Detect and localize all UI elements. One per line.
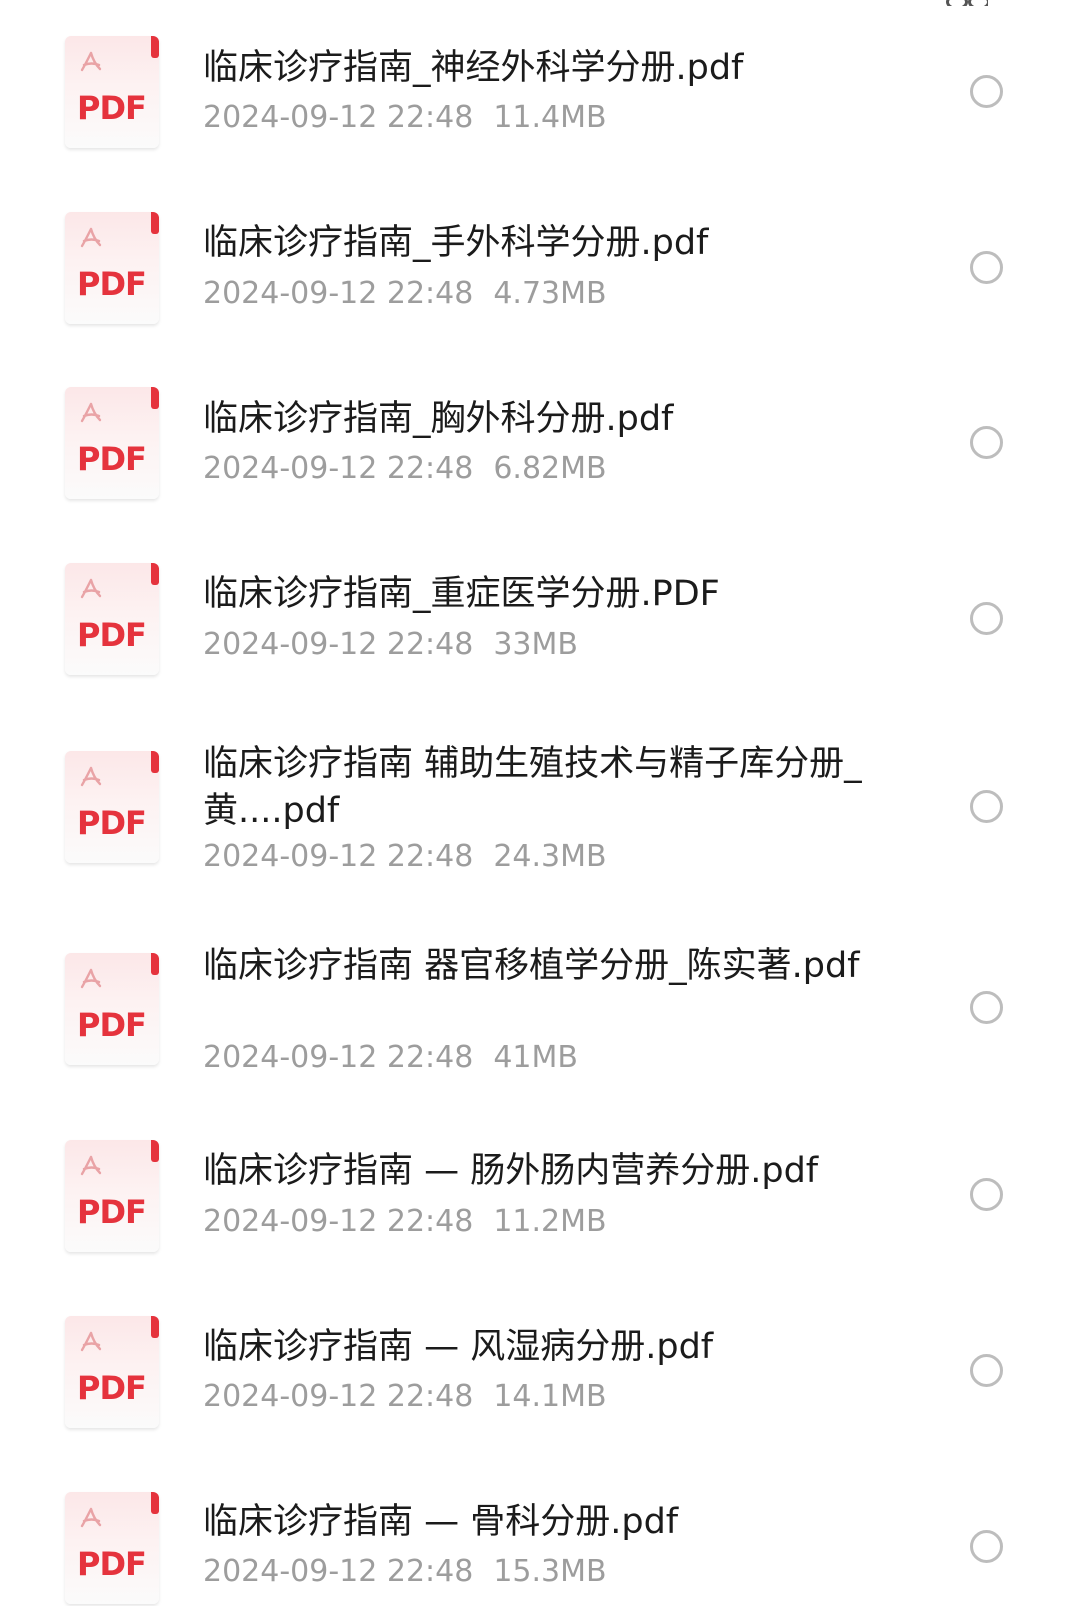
file-meta: 2024-09-12 22:48 15.3MB [203, 1552, 607, 1592]
file-size: 4.73MB [493, 276, 607, 311]
file-meta: 2024-09-12 22:48 11.4MB [203, 98, 607, 138]
pdf-file-icon: PDF [65, 563, 159, 675]
file-meta: 2024-09-12 22:48 11.2MB [203, 1202, 607, 1242]
file-meta: 2024-09-12 22:48 24.3MB [203, 837, 607, 877]
file-size: 11.2MB [493, 1204, 607, 1239]
file-name: 临床诊疗指南_胸外科分册.pdf [203, 399, 674, 439]
select-radio[interactable] [970, 1178, 1003, 1211]
pdf-file-icon: PDF [65, 36, 159, 148]
file-date: 2024-09-12 22:48 [203, 100, 474, 135]
file-size: 33MB [493, 627, 578, 662]
file-name: 临床诊疗指南_神经外科学分册.pdf [203, 48, 744, 88]
file-meta: 2024-09-12 22:48 41MB [203, 1038, 578, 1078]
file-list: PDF 临床诊疗指南_神经外科学分册.pdf 2024-09-12 22:48 1… [0, 0, 1080, 1606]
pdf-file-icon: PDF [65, 1492, 159, 1604]
file-size: 41MB [493, 1040, 578, 1075]
file-name: 临床诊疗指南 — 骨科分册.pdf [203, 1502, 679, 1542]
pdf-file-icon: PDF [65, 953, 159, 1065]
select-radio[interactable] [970, 75, 1003, 108]
pdf-file-icon: PDF [65, 751, 159, 863]
pdf-file-icon: PDF [65, 212, 159, 324]
pdf-file-icon: PDF [65, 387, 159, 499]
file-date: 2024-09-12 22:48 [203, 839, 474, 874]
select-radio[interactable] [970, 790, 1003, 823]
file-size: 14.1MB [493, 1379, 607, 1414]
pdf-file-icon: PDF [65, 1140, 159, 1252]
file-date: 2024-09-12 22:48 [203, 451, 474, 486]
select-radio[interactable] [970, 991, 1003, 1024]
file-date: 2024-09-12 22:48 [203, 1379, 474, 1414]
file-size: 11.4MB [493, 100, 607, 135]
file-date: 2024-09-12 22:48 [203, 1554, 474, 1589]
file-name: 临床诊疗指南 辅助生殖技术与精子库分册_黄....pdf [203, 744, 862, 831]
file-name: 临床诊疗指南_重症医学分册.PDF [203, 574, 720, 614]
file-name: 临床诊疗指南 — 肠外肠内营养分册.pdf [203, 1151, 819, 1191]
file-size: 15.3MB [493, 1554, 607, 1589]
file-name: 临床诊疗指南_手外科学分册.pdf [203, 223, 709, 263]
file-meta: 2024-09-12 22:48 4.73MB [203, 274, 607, 314]
file-date: 2024-09-12 22:48 [203, 1204, 474, 1239]
file-date: 2024-09-12 22:48 [203, 627, 474, 662]
file-date: 2024-09-12 22:48 [203, 276, 474, 311]
file-size: 6.82MB [493, 451, 607, 486]
file-size: 24.3MB [493, 839, 607, 874]
file-date: 2024-09-12 22:48 [203, 1040, 474, 1075]
select-radio[interactable] [970, 1354, 1003, 1387]
file-meta: 2024-09-12 22:48 14.1MB [203, 1377, 607, 1417]
select-radio[interactable] [970, 602, 1003, 635]
file-name: 临床诊疗指南 — 风湿病分册.pdf [203, 1327, 714, 1367]
select-radio[interactable] [970, 426, 1003, 459]
file-name: 临床诊疗指南 器官移植学分册_陈实著.pdf [203, 946, 860, 986]
pdf-file-icon: PDF [65, 1316, 159, 1428]
file-meta: 2024-09-12 22:48 6.82MB [203, 449, 607, 489]
file-meta: 2024-09-12 22:48 33MB [203, 625, 578, 665]
select-radio[interactable] [970, 251, 1003, 284]
select-radio[interactable] [970, 1530, 1003, 1563]
